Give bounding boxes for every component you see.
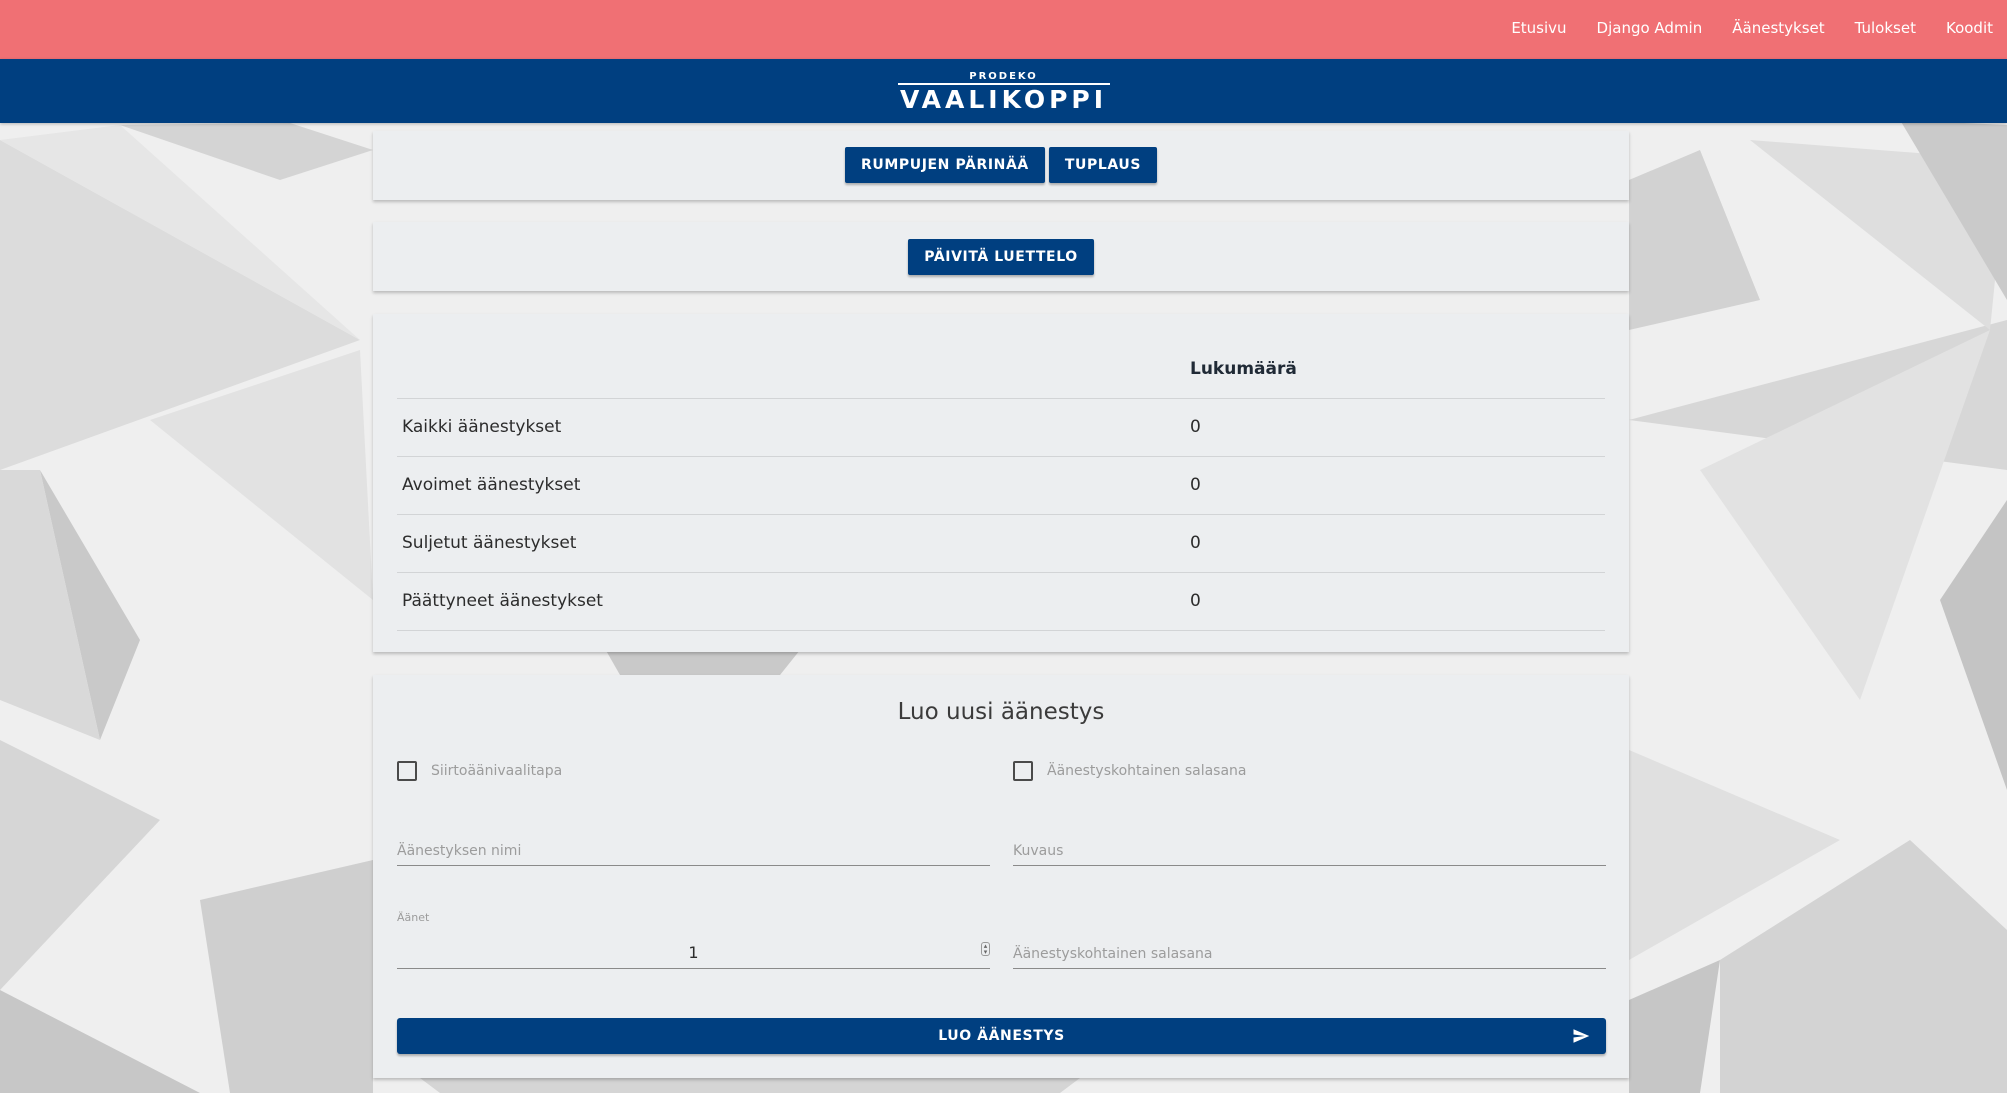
brand-logo[interactable]: PRODEKO VAALIKOPPI — [894, 71, 1114, 112]
row-count: 0 — [1190, 398, 1605, 457]
stv-checkbox[interactable]: Siirtoäänivaalitapa — [397, 761, 562, 781]
table-row: Suljetut äänestykset 0 — [397, 514, 1605, 573]
top-navbar: Etusivu Django Admin Äänestykset Tulokse… — [0, 0, 2007, 59]
votes-label: Äänet — [397, 911, 430, 924]
brand-subtitle: PRODEKO — [969, 70, 1038, 82]
nav-link-home[interactable]: Etusivu — [1511, 19, 1566, 37]
brand-bar: PRODEKO VAALIKOPPI — [0, 59, 2007, 123]
brand-title: VAALIKOPPI — [899, 84, 1108, 114]
votes-number-input[interactable]: Äänet 1 ▴ ▾ — [397, 911, 990, 969]
table-row: Päättyneet äänestykset 0 — [397, 572, 1605, 631]
number-spinner-icon[interactable]: ▴ ▾ — [981, 942, 990, 956]
create-voting-label: LUO ÄÄNESTYS — [938, 1028, 1065, 1044]
create-voting-card: Luo uusi äänestys Siirtoäänivaalitapa Ää… — [373, 675, 1629, 1078]
table-row: Kaikki äänestykset 0 — [397, 398, 1605, 457]
stv-label: Siirtoäänivaalitapa — [431, 763, 563, 779]
drumroll-button[interactable]: RUMPUJEN PÄRINÄÄ — [844, 147, 1045, 183]
description-placeholder: Kuvaus — [1013, 843, 1064, 859]
row-count: 0 — [1190, 572, 1605, 631]
refresh-list-button[interactable]: PÄIVITÄ LUETTELO — [908, 239, 1094, 275]
send-icon — [1573, 1029, 1590, 1043]
voting-password-placeholder: Äänestyskohtainen salasana — [1013, 946, 1213, 962]
checkbox-box[interactable] — [397, 761, 417, 781]
row-count: 0 — [1190, 456, 1605, 515]
double-button[interactable]: TUPLAUS — [1048, 147, 1157, 183]
nav-link-codes[interactable]: Koodit — [1946, 19, 1993, 37]
nav-link-votings[interactable]: Äänestykset — [1732, 19, 1824, 37]
voting-name-placeholder: Äänestyksen nimi — [397, 843, 522, 859]
form-title: Luo uusi äänestys — [897, 699, 1105, 725]
row-count: 0 — [1190, 514, 1605, 573]
voting-name-field[interactable]: Äänestyksen nimi — [397, 838, 990, 866]
create-voting-button[interactable]: LUO ÄÄNESTYS — [397, 1018, 1606, 1054]
description-field[interactable]: Kuvaus — [1013, 838, 1606, 866]
row-label: Kaikki äänestykset — [397, 398, 1190, 457]
row-label: Päättyneet äänestykset — [397, 572, 1190, 631]
refresh-card: PÄIVITÄ LUETTELO — [373, 222, 1629, 291]
stats-card: Lukumäärä Kaikki äänestykset 0 Avoimet ä… — [373, 314, 1629, 652]
table-row: Avoimet äänestykset 0 — [397, 456, 1605, 515]
voting-password-field[interactable]: Äänestyskohtainen salasana — [1013, 941, 1606, 969]
row-label: Avoimet äänestykset — [397, 456, 1190, 515]
row-label: Suljetut äänestykset — [397, 514, 1190, 573]
voting-password-toggle-label: Äänestyskohtainen salasana — [1047, 763, 1247, 779]
checkbox-box[interactable] — [1013, 761, 1033, 781]
effects-card: RUMPUJEN PÄRINÄÄ TUPLAUS — [373, 131, 1629, 200]
top-nav: Etusivu Django Admin Äänestykset Tulokse… — [1481, 0, 1993, 56]
nav-link-django-admin[interactable]: Django Admin — [1597, 19, 1703, 37]
header-count: Lukumäärä — [1190, 340, 1605, 399]
stats-table: Lukumäärä Kaikki äänestykset 0 Avoimet ä… — [397, 340, 1605, 631]
header-empty — [397, 340, 1190, 399]
voting-password-checkbox[interactable]: Äänestyskohtainen salasana — [1013, 761, 1247, 781]
nav-link-results[interactable]: Tulokset — [1855, 19, 1916, 37]
table-header-row: Lukumäärä — [397, 340, 1605, 399]
votes-value: 1 — [688, 943, 699, 962]
